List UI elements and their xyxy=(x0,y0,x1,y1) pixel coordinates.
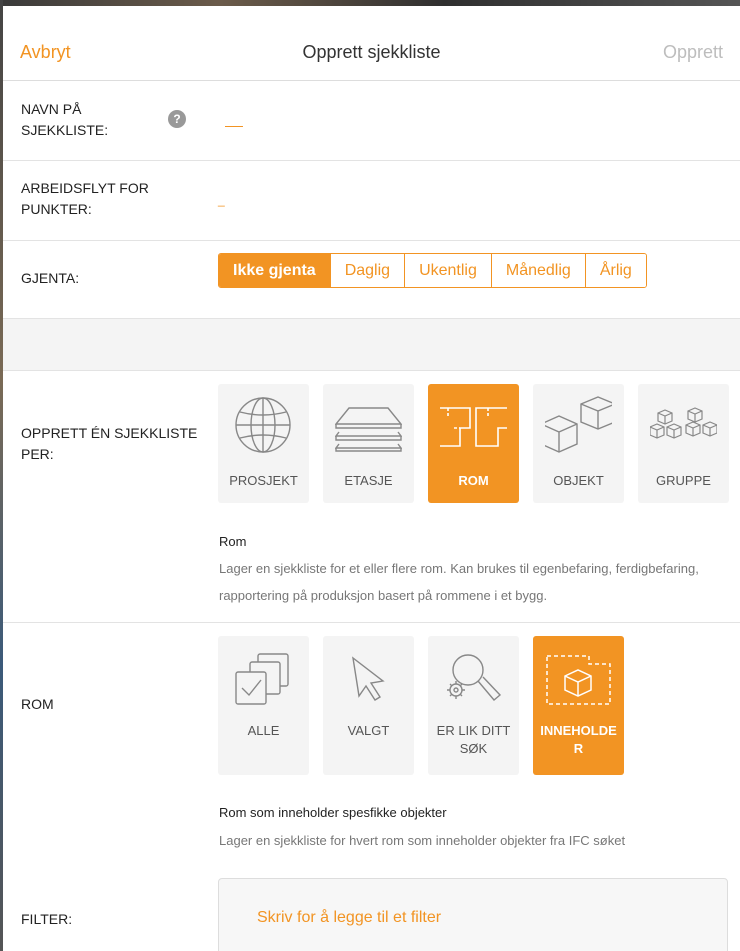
repeat-label: GJENTA: xyxy=(21,270,80,286)
per-option-object[interactable]: OBJEKT xyxy=(533,384,624,503)
per-option-group[interactable]: GRUPPE xyxy=(638,384,729,503)
filter-box[interactable] xyxy=(218,878,728,951)
per-option-floor-label: ETASJE xyxy=(344,473,393,488)
contains-cube-icon xyxy=(546,655,611,705)
per-description-text: Lager en sjekkliste for et eller flere r… xyxy=(219,561,699,603)
filter-row: FILTER: xyxy=(3,877,740,951)
layers-icon xyxy=(335,407,402,452)
room-option-all-label: ALLE xyxy=(247,723,280,738)
room-option-contains[interactable]: INNEHOLDER xyxy=(533,636,624,775)
checklist-per-row: OPPRETT ÉN SJEKKLISTE PER: PROSJEKT ETAS… xyxy=(3,371,740,623)
room-option-search[interactable]: ER LIK DITT SØK xyxy=(428,636,519,775)
cursor-icon xyxy=(352,656,385,701)
per-option-room-label: ROM xyxy=(458,473,489,488)
per-option-floor[interactable]: ETASJE xyxy=(323,384,414,503)
repeat-option-none[interactable]: Ikke gjenta xyxy=(219,254,331,287)
workflow-row: ARBEIDSFLYT FOR PUNKTER: _ xyxy=(3,161,740,241)
section-divider xyxy=(3,319,740,371)
create-button[interactable]: Opprett xyxy=(663,42,723,63)
repeat-option-weekly[interactable]: Ukentlig xyxy=(405,254,492,287)
checklist-per-options: PROSJEKT ETASJE ROM OBJEKT GRUPPE xyxy=(218,384,729,503)
per-option-project[interactable]: PROSJEKT xyxy=(218,384,309,503)
globe-icon xyxy=(235,397,291,453)
per-option-object-label: OBJEKT xyxy=(553,473,604,488)
search-gear-icon xyxy=(447,654,502,701)
workflow-label: ARBEIDSFLYT FOR PUNKTER: xyxy=(21,180,149,217)
repeat-option-yearly[interactable]: Årlig xyxy=(585,254,646,287)
room-scope-label: ROM xyxy=(21,696,54,712)
repeat-option-daily[interactable]: Daglig xyxy=(330,254,406,287)
room-scope-options: ALLE VALGT ER LIK DITT SØK INNEHOLDER xyxy=(218,636,624,775)
checklist-per-label: OPPRETT ÉN SJEKKLISTE PER: xyxy=(21,425,198,462)
per-description-title: Rom xyxy=(219,534,247,549)
filter-label: FILTER: xyxy=(21,911,73,927)
rooms-icon xyxy=(440,407,507,447)
per-option-room[interactable]: ROM xyxy=(428,384,519,503)
per-option-project-label: PROSJEKT xyxy=(229,473,298,488)
repeat-row: GJENTA: Ikke gjenta Daglig Ukentlig Måne… xyxy=(3,241,740,319)
workflow-selector[interactable]: _ xyxy=(218,193,225,207)
checklist-name-label: NAVN PÅ SJEKKLISTE: xyxy=(21,101,109,138)
room-option-all[interactable]: ALLE xyxy=(218,636,309,775)
room-option-selected[interactable]: VALGT xyxy=(323,636,414,775)
room-option-contains-label: INNEHOLDER xyxy=(540,723,617,756)
question-icon[interactable]: ? xyxy=(168,110,186,128)
filter-input[interactable] xyxy=(257,905,697,931)
cube-group-icon xyxy=(650,407,717,439)
select-all-icon xyxy=(235,653,289,705)
repeat-option-monthly[interactable]: Månedlig xyxy=(491,254,586,287)
room-option-search-label: ER LIK DITT SØK xyxy=(436,723,511,756)
repeat-segmented-control: Ikke gjenta Daglig Ukentlig Månedlig Årl… xyxy=(218,253,647,288)
create-checklist-dialog: Avbryt Opprett sjekkliste Opprett NAVN P… xyxy=(3,6,740,951)
checklist-name-row: NAVN PÅ SJEKKLISTE: ? xyxy=(3,81,740,161)
room-option-selected-label: VALGT xyxy=(347,723,390,738)
room-description-title: Rom som inneholder spesfikke objekter xyxy=(219,805,447,820)
room-description-text: Lager en sjekkliste for hvert rom som in… xyxy=(219,833,626,848)
room-scope-row: ROM ALLE VALGT ER LIK DITT SØK INNEHOLDE… xyxy=(3,623,740,877)
dialog-title: Opprett sjekkliste xyxy=(302,42,441,62)
cubes-icon xyxy=(545,396,612,453)
per-option-group-label: GRUPPE xyxy=(656,473,711,488)
dialog-header: Avbryt Opprett sjekkliste Opprett xyxy=(3,6,740,81)
checklist-name-input[interactable] xyxy=(225,105,705,135)
